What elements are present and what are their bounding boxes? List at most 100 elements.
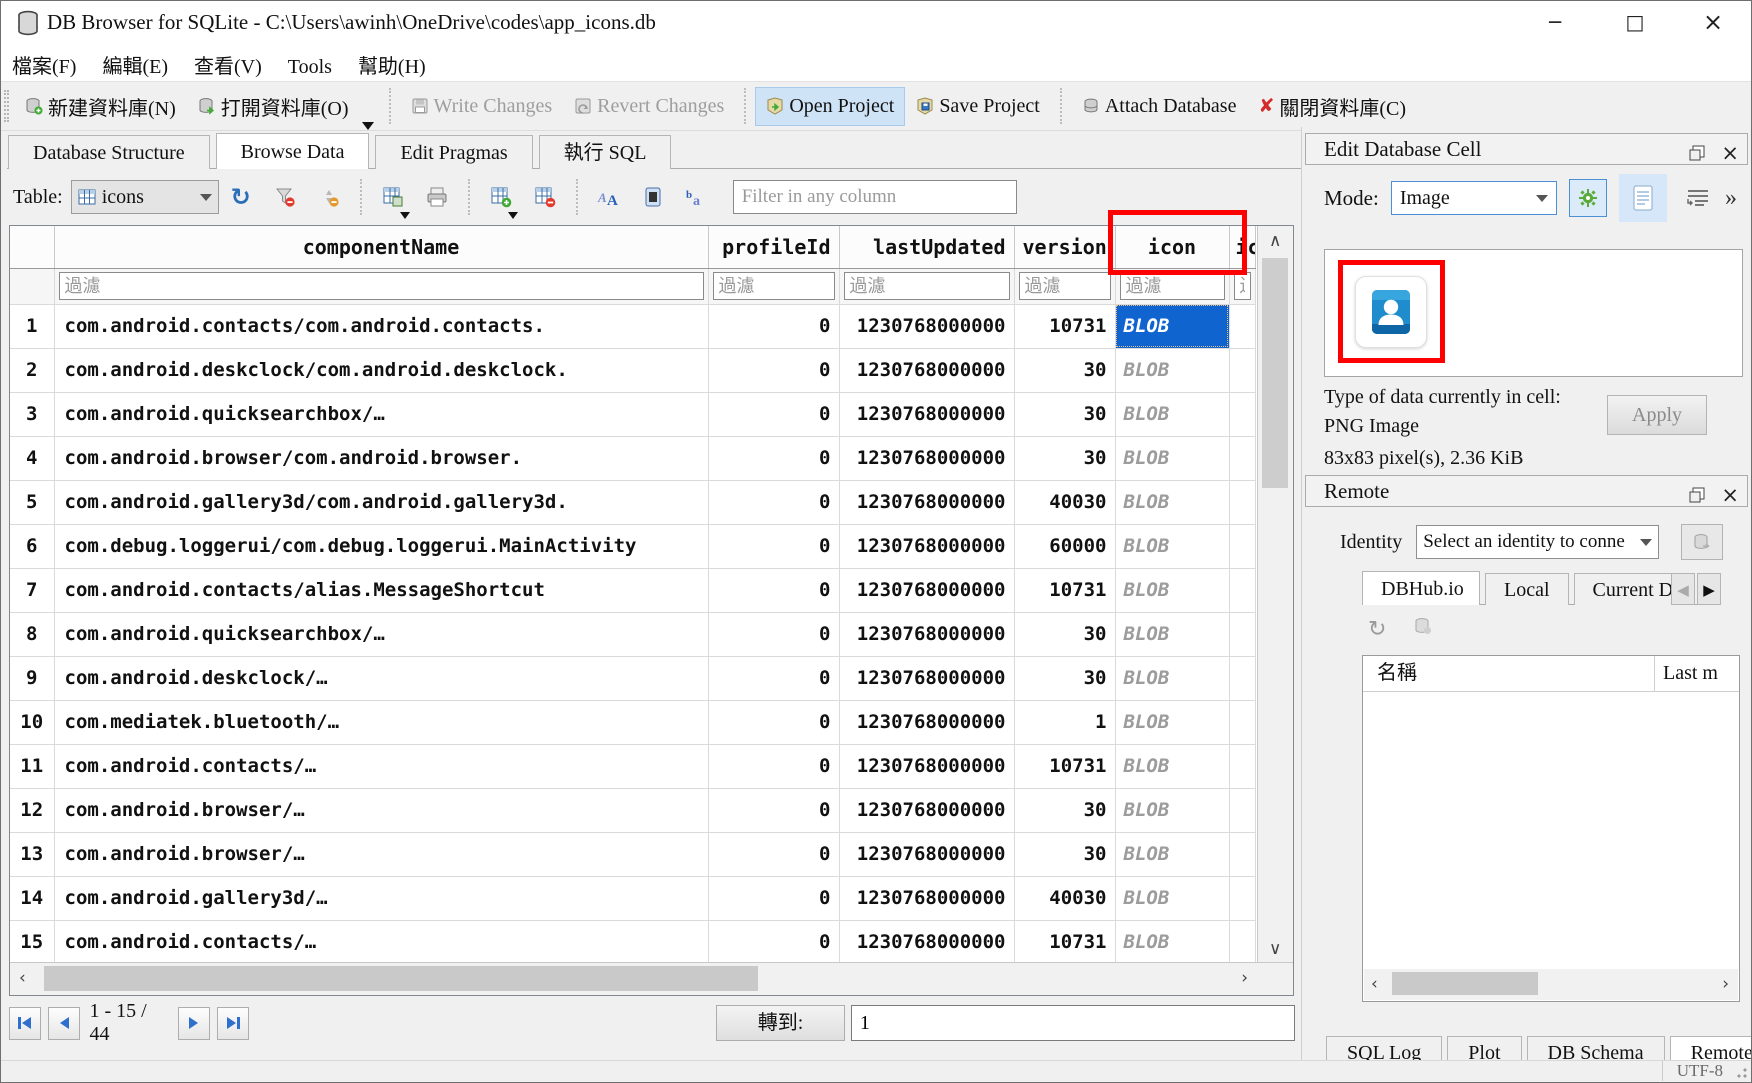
write-changes-button[interactable]: Write Changes bbox=[400, 87, 564, 126]
open-database-button[interactable]: 打開資料庫(O) bbox=[187, 84, 360, 129]
open-project-button[interactable]: Open Project bbox=[755, 87, 905, 126]
column-header-profileId[interactable]: profileId bbox=[708, 226, 839, 268]
tab-local[interactable]: Local bbox=[1485, 573, 1569, 605]
cell-partial[interactable] bbox=[1229, 348, 1255, 392]
clone-database-button[interactable] bbox=[1681, 524, 1723, 560]
filter-partial-input[interactable] bbox=[1234, 272, 1251, 300]
text-view-button[interactable] bbox=[1619, 174, 1667, 222]
scroll-left-icon[interactable]: ‹ bbox=[19, 968, 26, 988]
cell-componentName[interactable]: com.debug.loggerui/com.debug.loggerui.Ma… bbox=[54, 524, 708, 568]
cell-componentName[interactable]: com.android.contacts/… bbox=[54, 744, 708, 788]
cell-icon-blob[interactable]: BLOB bbox=[1115, 700, 1229, 744]
cell-version[interactable]: 10731 bbox=[1014, 568, 1115, 612]
cell-version[interactable]: 10731 bbox=[1014, 304, 1115, 348]
minimize-button[interactable]: ─ bbox=[1527, 1, 1583, 43]
cell-profileId[interactable]: 0 bbox=[708, 920, 839, 964]
cell-version[interactable]: 30 bbox=[1014, 436, 1115, 480]
filter-lastUpdated-input[interactable] bbox=[844, 272, 1010, 300]
clear-filters-button[interactable] bbox=[272, 184, 298, 210]
print-button[interactable] bbox=[424, 184, 450, 210]
filter-version-input[interactable] bbox=[1019, 272, 1111, 300]
tab-database-structure[interactable]: Database Structure bbox=[8, 135, 210, 169]
cell-lastUpdated[interactable]: 1230768000000 bbox=[839, 700, 1014, 744]
cell-version[interactable]: 1 bbox=[1014, 700, 1115, 744]
cell-profileId[interactable]: 0 bbox=[708, 524, 839, 568]
cell-partial[interactable] bbox=[1229, 568, 1255, 612]
cell-icon-blob[interactable]: BLOB bbox=[1115, 920, 1229, 964]
cell-profileId[interactable]: 0 bbox=[708, 304, 839, 348]
cell-componentName[interactable]: com.android.contacts/alias.MessageShortc… bbox=[54, 568, 708, 612]
cell-icon-blob[interactable]: BLOB bbox=[1115, 788, 1229, 832]
remote-list-scrollbar-thumb[interactable] bbox=[1392, 972, 1538, 995]
font-settings-button[interactable]: AA bbox=[596, 184, 622, 210]
cell-lastUpdated[interactable]: 1230768000000 bbox=[839, 524, 1014, 568]
last-record-button[interactable] bbox=[217, 1007, 249, 1040]
cell-componentName[interactable]: com.android.browser/com.android.browser. bbox=[54, 436, 708, 480]
cell-profileId[interactable]: 0 bbox=[708, 656, 839, 700]
cell-componentName[interactable]: com.android.deskclock/com.android.deskcl… bbox=[54, 348, 708, 392]
maximize-button[interactable]: □ bbox=[1607, 1, 1663, 43]
cell-version[interactable]: 30 bbox=[1014, 612, 1115, 656]
cell-version[interactable]: 30 bbox=[1014, 392, 1115, 436]
delete-record-button[interactable] bbox=[532, 184, 558, 210]
clear-sort-button[interactable] bbox=[316, 184, 342, 210]
close-panel-icon[interactable]: × bbox=[1721, 138, 1739, 168]
previous-record-button[interactable] bbox=[48, 1007, 80, 1040]
cell-lastUpdated[interactable]: 1230768000000 bbox=[839, 568, 1014, 612]
tab-browse-data[interactable]: Browse Data bbox=[216, 133, 370, 169]
cell-componentName[interactable]: com.android.quicksearchbox/… bbox=[54, 392, 708, 436]
cell-lastUpdated[interactable]: 1230768000000 bbox=[839, 304, 1014, 348]
cell-lastUpdated[interactable]: 1230768000000 bbox=[839, 612, 1014, 656]
tab-execute-sql[interactable]: 執行 SQL bbox=[539, 135, 672, 169]
filter-componentName-input[interactable] bbox=[59, 272, 704, 300]
cell-version[interactable]: 60000 bbox=[1014, 524, 1115, 568]
menu-help[interactable]: 幫助(H) bbox=[347, 45, 437, 84]
float-panel-icon[interactable] bbox=[1689, 145, 1705, 161]
column-header-componentName[interactable]: componentName bbox=[54, 226, 708, 268]
cell-lastUpdated[interactable]: 1230768000000 bbox=[839, 436, 1014, 480]
cell-lastUpdated[interactable]: 1230768000000 bbox=[839, 480, 1014, 524]
cell-lastUpdated[interactable]: 1230768000000 bbox=[839, 876, 1014, 920]
cell-partial[interactable] bbox=[1229, 876, 1255, 920]
cell-partial[interactable] bbox=[1229, 832, 1255, 876]
cell-componentName[interactable]: com.android.contacts/com.android.contact… bbox=[54, 304, 708, 348]
scroll-up-icon[interactable]: ∧ bbox=[1269, 231, 1281, 251]
cell-partial[interactable] bbox=[1229, 524, 1255, 568]
modified-column-header[interactable]: Last m bbox=[1655, 656, 1718, 691]
cell-version[interactable]: 30 bbox=[1014, 656, 1115, 700]
cell-version[interactable]: 40030 bbox=[1014, 876, 1115, 920]
remote-refresh-icon[interactable]: ↻ bbox=[1368, 617, 1386, 642]
cell-icon-blob[interactable]: BLOB bbox=[1115, 480, 1229, 524]
cell-icon-blob[interactable]: BLOB bbox=[1115, 656, 1229, 700]
tab-edit-pragmas[interactable]: Edit Pragmas bbox=[375, 135, 532, 169]
vertical-scrollbar[interactable]: ∧ ∨ bbox=[1257, 226, 1293, 964]
cell-icon-blob[interactable]: BLOB bbox=[1115, 876, 1229, 920]
cell-partial[interactable] bbox=[1229, 304, 1255, 348]
cell-lastUpdated[interactable]: 1230768000000 bbox=[839, 392, 1014, 436]
cell-icon-blob[interactable]: BLOB bbox=[1115, 568, 1229, 612]
menu-file[interactable]: 檔案(F) bbox=[1, 45, 87, 84]
cell-partial[interactable] bbox=[1229, 700, 1255, 744]
scroll-down-icon[interactable]: ∨ bbox=[1269, 939, 1281, 959]
tab-dbhub[interactable]: DBHub.io bbox=[1362, 571, 1480, 605]
cell-icon-blob[interactable]: BLOB bbox=[1115, 436, 1229, 480]
cell-version[interactable]: 30 bbox=[1014, 832, 1115, 876]
cell-componentName[interactable]: com.android.deskclock/… bbox=[54, 656, 708, 700]
cell-icon-blob[interactable]: BLOB bbox=[1115, 304, 1229, 348]
next-record-button[interactable] bbox=[178, 1007, 210, 1040]
close-panel-icon[interactable]: × bbox=[1721, 480, 1739, 510]
cell-profileId[interactable]: 0 bbox=[708, 612, 839, 656]
cell-version[interactable]: 10731 bbox=[1014, 920, 1115, 964]
cell-profileId[interactable]: 0 bbox=[708, 348, 839, 392]
column-header-lastUpdated[interactable]: lastUpdated bbox=[839, 226, 1014, 268]
cell-profileId[interactable]: 0 bbox=[708, 392, 839, 436]
cell-icon-blob[interactable]: BLOB bbox=[1115, 524, 1229, 568]
cell-partial[interactable] bbox=[1229, 920, 1255, 964]
cell-icon-blob[interactable]: BLOB bbox=[1115, 392, 1229, 436]
cell-lastUpdated[interactable]: 1230768000000 bbox=[839, 348, 1014, 392]
panel-overflow-icon[interactable]: » bbox=[1725, 185, 1737, 212]
cell-version[interactable]: 30 bbox=[1014, 348, 1115, 392]
horizontal-scrollbar-thumb[interactable] bbox=[44, 966, 758, 991]
menu-tools[interactable]: Tools bbox=[277, 51, 343, 84]
save-results-button[interactable] bbox=[380, 184, 406, 210]
